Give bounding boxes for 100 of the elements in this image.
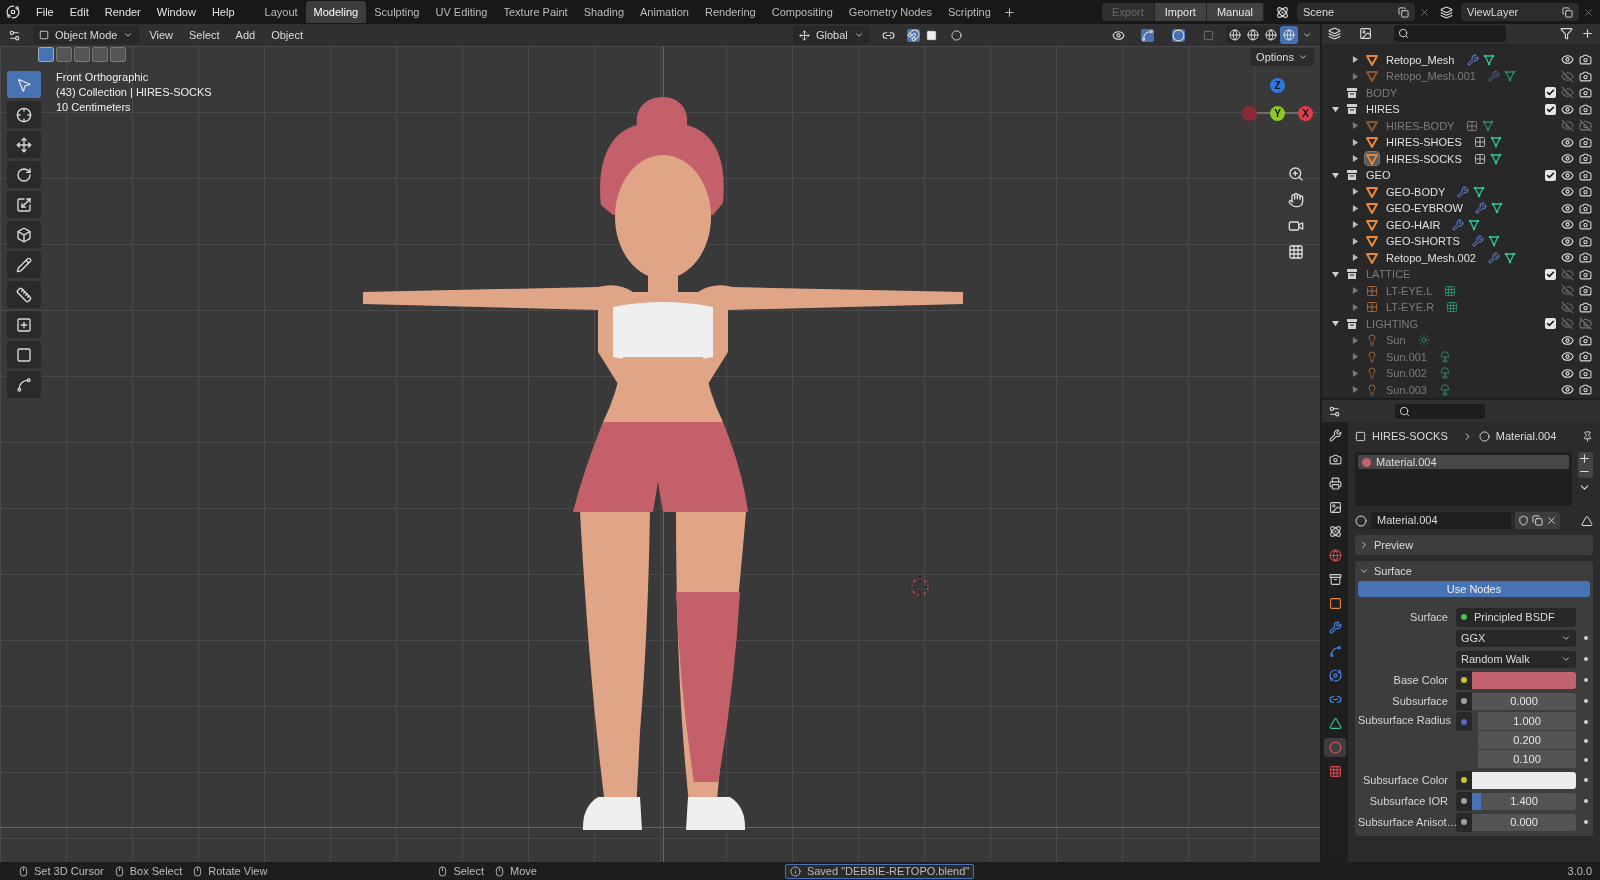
shader-node-field[interactable]: Principled BSDF: [1456, 607, 1576, 627]
dropdown-field[interactable]: GGX: [1456, 629, 1576, 647]
workspace-tab[interactable]: Geometry Nodes: [840, 1, 940, 23]
camera-icon[interactable]: [1579, 300, 1592, 314]
orientation-dropdown[interactable]: Global: [793, 26, 870, 44]
add-icon[interactable]: [1578, 452, 1591, 465]
camera-icon[interactable]: [1579, 333, 1592, 347]
camera-icon[interactable]: [1579, 185, 1592, 199]
outliner-item-label[interactable]: HIRES-SOCKS: [1386, 150, 1462, 167]
view-icon[interactable]: [1359, 27, 1372, 41]
link-icon[interactable]: [1328, 693, 1342, 706]
camera-icon[interactable]: [1579, 86, 1592, 100]
tool-button[interactable]: [7, 281, 41, 308]
menu-item[interactable]: Help: [203, 2, 243, 22]
eye-icon[interactable]: [1561, 102, 1574, 116]
outliner-item-label[interactable]: HIRES-SHOES: [1386, 134, 1462, 151]
camera-icon[interactable]: [1579, 53, 1592, 67]
copy-icon[interactable]: [1532, 515, 1543, 526]
dropdown-caret-icon[interactable]: [1302, 30, 1312, 40]
copy-icon[interactable]: [1562, 6, 1573, 18]
workspace-tab[interactable]: Layout: [256, 1, 306, 23]
zoom-icon[interactable]: [1288, 166, 1304, 182]
globe-icon[interactable]: [1328, 549, 1342, 562]
tool-button[interactable]: [7, 131, 41, 158]
camera-icon[interactable]: [1579, 135, 1592, 149]
outliner-item-label[interactable]: GEO-EYBROW: [1386, 200, 1463, 217]
eye-icon[interactable]: [1561, 152, 1574, 166]
hand-icon[interactable]: [1288, 192, 1304, 208]
outliner-item-label[interactable]: Retopo_Mesh: [1386, 51, 1455, 68]
expand-arrow-icon[interactable]: [1351, 138, 1359, 146]
tool-button[interactable]: [7, 251, 41, 278]
eye-icon[interactable]: [1561, 201, 1574, 215]
workspace-tab[interactable]: Scripting: [940, 1, 999, 23]
dropdown-field[interactable]: Random Walk: [1456, 650, 1576, 668]
camera-icon[interactable]: [1579, 152, 1592, 166]
outliner-item-label[interactable]: Sun.002: [1386, 365, 1427, 382]
tool-button[interactable]: [7, 101, 41, 128]
options-dropdown[interactable]: Options: [1250, 48, 1314, 66]
view-layer-field[interactable]: ViewLayer: [1461, 3, 1579, 21]
expand-arrow-icon[interactable]: [1351, 155, 1359, 163]
grid-icon[interactable]: [1288, 244, 1304, 260]
copy-icon[interactable]: [1398, 6, 1409, 18]
eye-icon[interactable]: [1561, 366, 1574, 380]
axis-label[interactable]: Y: [1270, 106, 1285, 121]
workspace-tab[interactable]: Texture Paint: [495, 1, 576, 23]
outliner-item-label[interactable]: HIRES-BODY: [1386, 117, 1455, 134]
color-swatch[interactable]: [1472, 771, 1576, 789]
shield-icon[interactable]: [1518, 515, 1529, 526]
outliner-item-label[interactable]: Sun.001: [1386, 348, 1427, 365]
eye-icon[interactable]: [1561, 333, 1574, 347]
wrench-icon[interactable]: [1328, 621, 1342, 634]
shading-mode-icon[interactable]: [1247, 29, 1259, 41]
wrench-icon[interactable]: [1328, 429, 1342, 442]
camera-icon[interactable]: [1579, 201, 1592, 215]
expand-arrow-icon[interactable]: [1351, 254, 1359, 262]
proportional-icon[interactable]: [950, 29, 962, 41]
expand-arrow-icon[interactable]: [1351, 56, 1359, 64]
header-button[interactable]: Import: [1154, 3, 1207, 21]
editor-type-icon[interactable]: [8, 28, 21, 42]
number-field[interactable]: 0.000: [1472, 813, 1576, 831]
camera-icon[interactable]: [1579, 251, 1592, 265]
number-field[interactable]: 0.100: [1478, 750, 1576, 769]
expand-arrow-icon[interactable]: [1351, 237, 1359, 245]
search-field[interactable]: [1395, 403, 1485, 419]
camera-icon[interactable]: [1579, 383, 1592, 397]
outliner-item-label[interactable]: Retopo_Mesh.002: [1386, 249, 1476, 266]
panel-header[interactable]: Surface: [1355, 561, 1593, 581]
scene-field[interactable]: Scene: [1297, 3, 1415, 21]
use-nodes-button[interactable]: Use Nodes: [1358, 581, 1590, 597]
expand-arrow-icon[interactable]: [1351, 221, 1359, 229]
eye-icon[interactable]: [1561, 53, 1574, 67]
image-icon[interactable]: [1328, 501, 1342, 514]
workspace-tab[interactable]: Modeling: [305, 1, 367, 23]
eye-icon[interactable]: [1561, 234, 1574, 248]
menu-item[interactable]: View: [143, 26, 180, 44]
shading-mode-icon[interactable]: [1265, 29, 1277, 41]
eye-icon[interactable]: [1561, 251, 1574, 265]
outliner-item-label[interactable]: Sun: [1386, 332, 1406, 349]
vertex-triangle-icon[interactable]: [1581, 514, 1593, 527]
expand-arrow-icon[interactable]: [1351, 188, 1359, 196]
menu-item[interactable]: Add: [229, 26, 262, 44]
axis-label[interactable]: X: [1298, 106, 1313, 121]
outliner-item-label[interactable]: Sun.003: [1386, 381, 1427, 398]
expand-arrow-icon[interactable]: [1331, 105, 1339, 113]
close-icon[interactable]: [1546, 515, 1557, 526]
tool-button[interactable]: [7, 341, 41, 368]
scene-icon[interactable]: [1328, 525, 1342, 538]
menu-item[interactable]: Edit: [61, 2, 97, 22]
outliner-item-label[interactable]: GEO-BODY: [1386, 183, 1446, 200]
overlay-icon[interactable]: [1172, 28, 1185, 42]
close-icon[interactable]: [1583, 6, 1594, 18]
workspace-tab[interactable]: Sculpting: [366, 1, 428, 23]
snap-icon[interactable]: [906, 28, 920, 42]
camera-icon[interactable]: [1579, 366, 1592, 380]
outliner-item-label[interactable]: GEO-HAIR: [1386, 216, 1441, 233]
outliner-item-label[interactable]: LATTICE: [1366, 266, 1411, 283]
expand-arrow-icon[interactable]: [1351, 204, 1359, 212]
tool-button[interactable]: [7, 311, 41, 338]
panel-header[interactable]: Preview: [1355, 535, 1593, 555]
shading-mode-icon[interactable]: [1229, 29, 1241, 41]
